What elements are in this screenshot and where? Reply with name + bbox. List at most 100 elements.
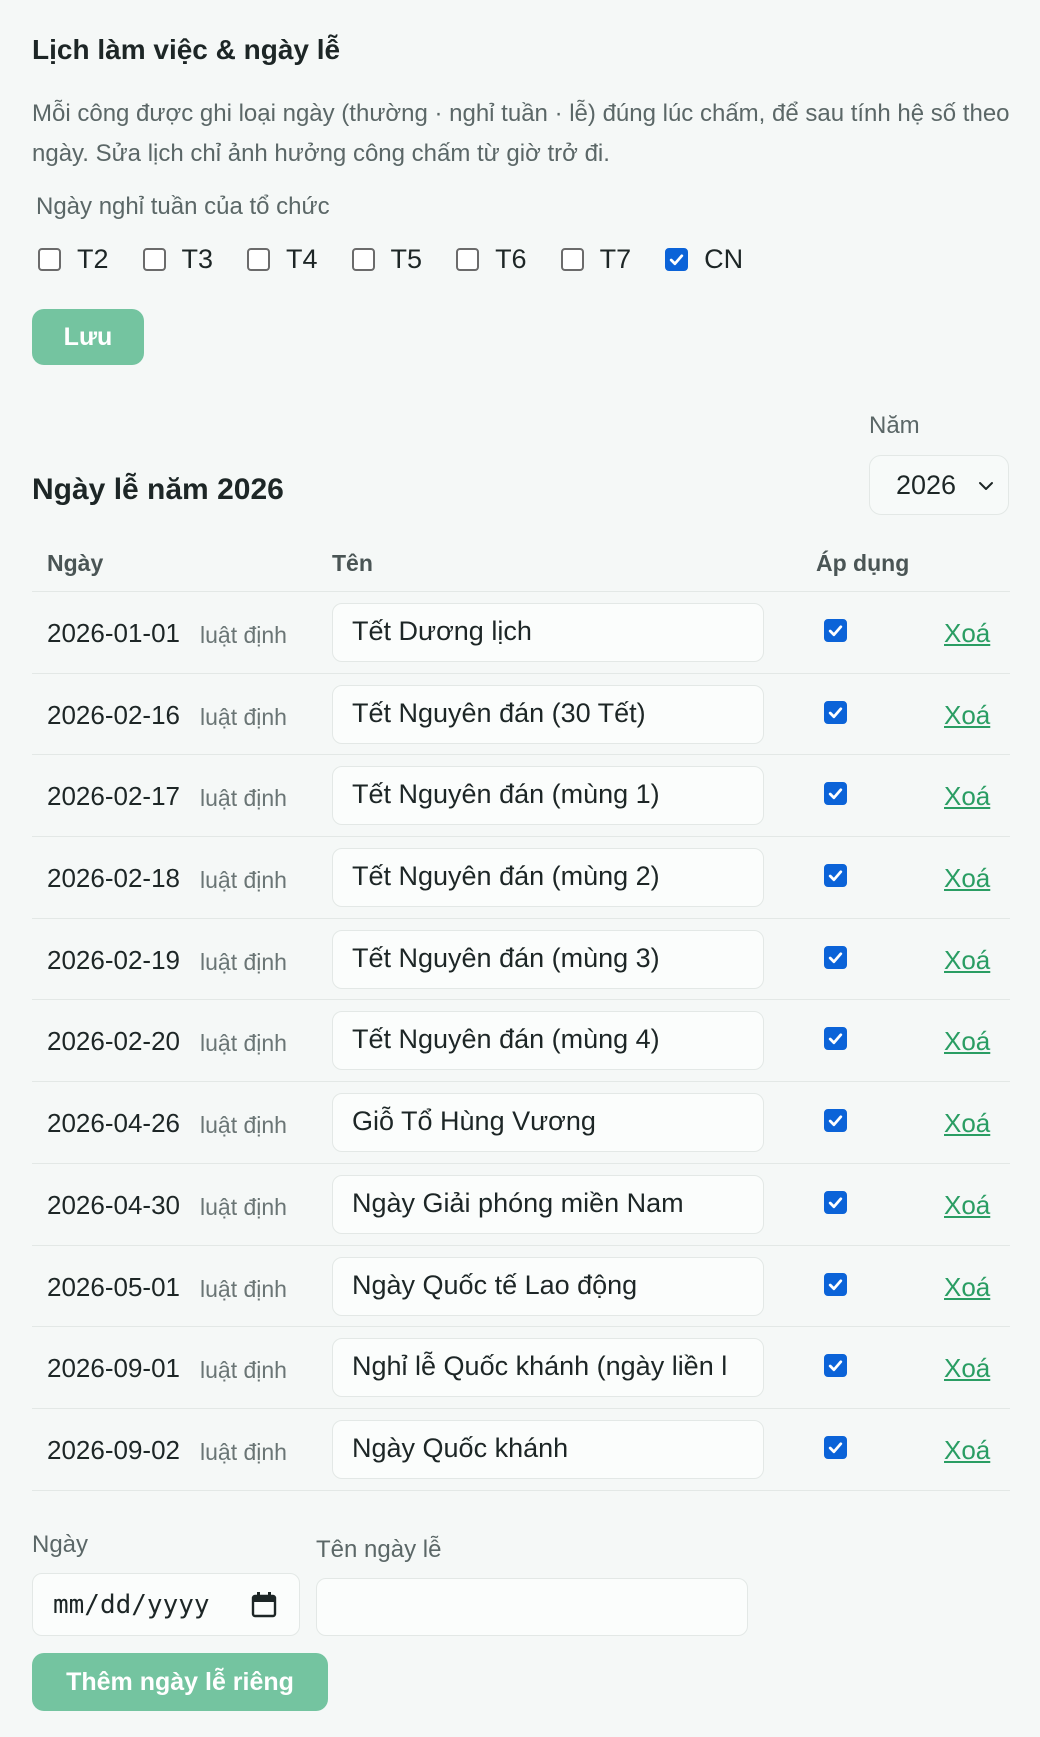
holiday-name-input[interactable]: Tết Nguyên đán (mùng 2) — [332, 848, 764, 908]
year-select-value: 2026 — [896, 469, 957, 500]
table-row: 2026-04-30 luật định Ngày Giải phóng miền … — [32, 1164, 1010, 1246]
delete-link[interactable]: Xoá — [944, 863, 990, 894]
holiday-type-tag: luật định — [200, 785, 287, 812]
apply-checkbox[interactable] — [824, 700, 847, 724]
table-body: 2026-01-01 luật định Tết Dương lịch Xoá 2026… — [32, 592, 1010, 1491]
weekday-checkbox[interactable] — [560, 248, 584, 271]
apply-checkbox[interactable] — [824, 1027, 847, 1051]
weekday-label: T6 — [495, 244, 527, 274]
holiday-date: 2026-09-01 — [47, 1353, 180, 1384]
delete-link[interactable]: Xoá — [944, 700, 990, 731]
weekday-option-t6[interactable]: T6 — [456, 244, 527, 275]
holiday-date: 2026-02-20 — [47, 1026, 180, 1057]
table-row: 2026-09-02 luật định Ngày Quốc khánh Xoá — [32, 1409, 1010, 1491]
holiday-type-tag: luật định — [200, 703, 287, 730]
add-name-label: Tên ngày lễ — [316, 1536, 442, 1563]
table-header: Ngày Tên Áp dụng — [32, 532, 1010, 592]
holiday-name-input[interactable]: Ngày Giải phóng miền Nam — [332, 1174, 764, 1234]
weekday-checkboxes: T2 T3 T4 T5 T6 T7 CN — [38, 244, 777, 275]
holiday-name-input[interactable]: Tết Nguyên đán (mùng 3) — [332, 929, 764, 989]
holiday-date: 2026-01-01 — [47, 618, 180, 648]
delete-link[interactable]: Xoá — [944, 1108, 990, 1139]
weekday-option-t4[interactable]: T4 — [247, 244, 318, 275]
holiday-name-input[interactable] — [316, 1578, 748, 1636]
date-input[interactable]: mm/dd/yyyy — [32, 1573, 300, 1636]
holiday-name-input[interactable]: Tết Nguyên đán (mùng 4) — [332, 1011, 764, 1071]
add-holiday-button[interactable]: Thêm ngày lễ riêng — [32, 1653, 328, 1711]
holiday-section-title: Ngày lễ năm 2026 — [32, 473, 284, 506]
weekday-label: T3 — [181, 244, 214, 274]
weekday-option-cn[interactable]: CN — [665, 244, 743, 275]
add-date-label: Ngày — [32, 1531, 89, 1558]
apply-checkbox[interactable] — [824, 619, 847, 642]
weekday-checkbox[interactable] — [142, 248, 166, 271]
holiday-name-input[interactable]: Tết Dương lịch — [332, 603, 764, 662]
holiday-date: 2026-02-16 — [47, 699, 180, 730]
weekday-checkbox[interactable] — [247, 248, 271, 271]
calendar-icon[interactable] — [251, 1591, 277, 1619]
holiday-name-input[interactable]: Ngày Quốc tế Lao động — [332, 1256, 764, 1316]
page: Lịch làm việc & ngày lễ Mỗi công được gh… — [0, 0, 1040, 1737]
apply-checkbox[interactable] — [824, 1354, 847, 1378]
holiday-date: 2026-05-01 — [47, 1271, 180, 1302]
weekday-label: T4 — [286, 244, 318, 274]
column-header-date: Ngày — [47, 550, 104, 576]
table-row: 2026-04-26 luật định Giỗ Tổ Hùng Vương Xoá — [32, 1082, 1010, 1164]
chevron-down-icon — [979, 482, 993, 490]
save-button[interactable]: Lưu — [32, 309, 144, 365]
holiday-name-input[interactable]: Giỗ Tổ Hùng Vương — [332, 1093, 764, 1153]
holiday-date: 2026-02-19 — [47, 944, 180, 975]
holiday-date: 2026-04-30 — [47, 1189, 180, 1220]
holiday-date: 2026-04-26 — [47, 1108, 180, 1139]
delete-link[interactable]: Xoá — [944, 781, 990, 812]
holiday-type-tag: luật định — [200, 622, 287, 648]
column-header-name: Tên — [332, 550, 373, 576]
table-row: 2026-01-01 luật định Tết Dương lịch Xoá — [32, 592, 1010, 674]
holiday-name-input[interactable]: Tết Nguyên đán (mùng 1) — [332, 766, 764, 826]
delete-link[interactable]: Xoá — [944, 1435, 990, 1466]
table-row: 2026-02-16 luật định Tết Nguyên đán (30 Tế… — [32, 674, 1010, 756]
apply-checkbox[interactable] — [824, 1109, 847, 1133]
weekday-label: T7 — [599, 244, 632, 274]
holiday-table: Ngày Tên Áp dụng 2026-01-01 luật định Tết … — [32, 532, 1010, 1491]
apply-checkbox[interactable] — [824, 1190, 847, 1214]
weekday-label: T5 — [390, 244, 423, 274]
table-row: 2026-02-19 luật định Tết Nguyên đán (mùng … — [32, 919, 1010, 1001]
weekday-option-t2[interactable]: T2 — [38, 244, 109, 275]
apply-checkbox[interactable] — [824, 864, 847, 888]
weekday-checkbox[interactable] — [665, 248, 689, 271]
delete-link[interactable]: Xoá — [944, 945, 990, 976]
holiday-type-tag: luật định — [200, 948, 287, 975]
table-row: 2026-09-01 luật định Nghỉ lễ Quốc khánh (n… — [32, 1327, 1010, 1409]
date-input-placeholder: mm/dd/yyyy — [53, 1590, 210, 1620]
holiday-date: 2026-02-18 — [47, 863, 180, 894]
apply-checkbox[interactable] — [824, 945, 847, 969]
holiday-name-input[interactable]: Tết Nguyên đán (30 Tết) — [332, 684, 764, 744]
weekday-option-t3[interactable]: T3 — [142, 244, 214, 275]
holiday-type-tag: luật định — [200, 1438, 287, 1465]
delete-link[interactable]: Xoá — [944, 1190, 990, 1221]
weekday-checkbox[interactable] — [456, 248, 480, 271]
weekday-option-t5[interactable]: T5 — [351, 244, 423, 275]
delete-link[interactable]: Xoá — [944, 618, 990, 649]
weekday-option-t7[interactable]: T7 — [560, 244, 632, 275]
holiday-type-tag: luật định — [200, 867, 287, 894]
apply-checkbox[interactable] — [824, 1435, 847, 1459]
delete-link[interactable]: Xoá — [944, 1026, 990, 1057]
apply-checkbox[interactable] — [824, 1272, 847, 1296]
weekly-off-label: Ngày nghỉ tuần của tổ chức — [36, 193, 330, 220]
table-row: 2026-05-01 luật định Ngày Quốc tế Lao động… — [32, 1246, 1010, 1328]
delete-link[interactable]: Xoá — [944, 1353, 990, 1384]
year-select[interactable]: 2026 — [869, 455, 1009, 515]
holiday-type-tag: luật định — [200, 1357, 287, 1384]
apply-checkbox[interactable] — [824, 782, 847, 806]
weekday-checkbox[interactable] — [38, 248, 61, 271]
weekday-checkbox[interactable] — [351, 248, 375, 271]
holiday-name-input[interactable]: Nghỉ lễ Quốc khánh (ngày liền l — [332, 1338, 764, 1398]
holiday-name-input[interactable]: Ngày Quốc khánh — [332, 1419, 764, 1479]
weekday-label: CN — [704, 244, 744, 274]
delete-link[interactable]: Xoá — [944, 1272, 990, 1303]
table-row: 2026-02-17 luật định Tết Nguyên đán (mùng … — [32, 755, 1010, 838]
holiday-date: 2026-09-02 — [47, 1434, 180, 1465]
page-title: Lịch làm việc & ngày lễ — [32, 34, 341, 65]
